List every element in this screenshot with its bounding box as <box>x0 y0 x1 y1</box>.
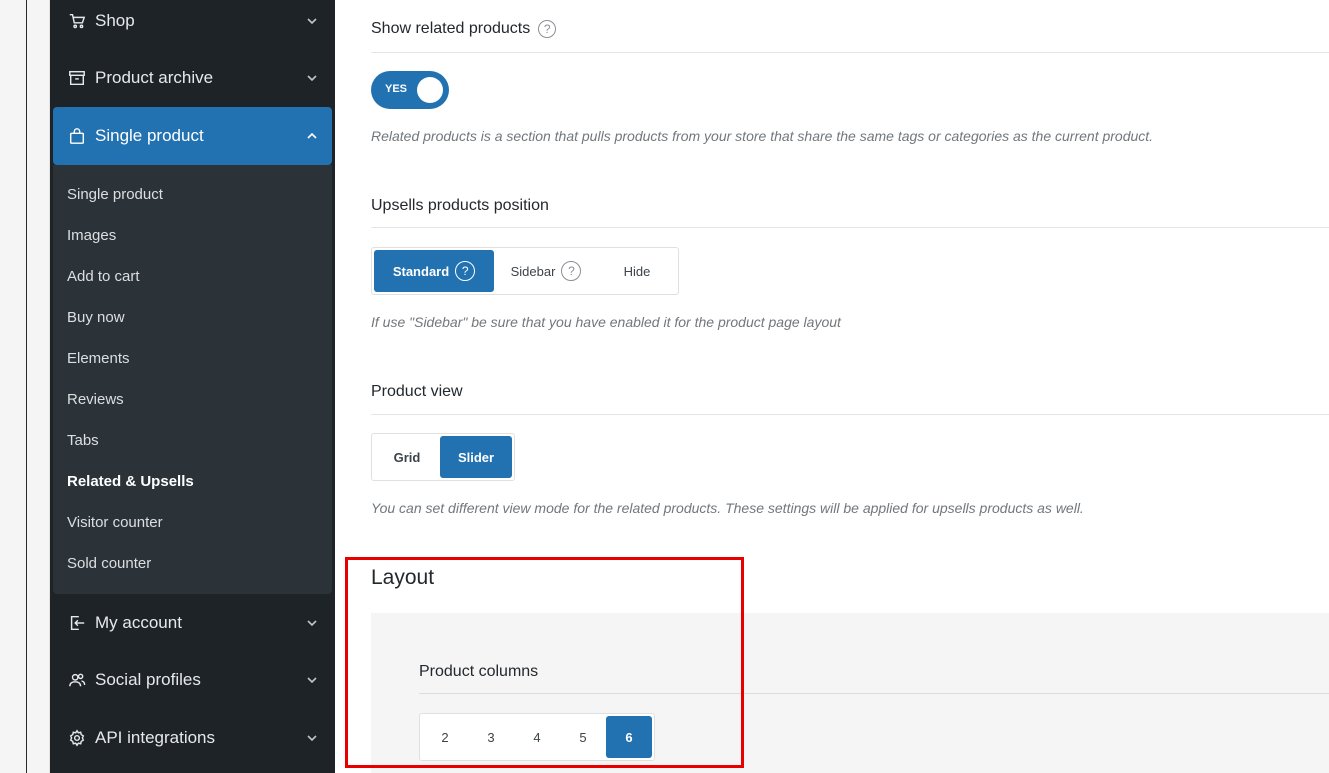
upsells-position-description: If use "Sidebar" be sure that you have e… <box>371 314 841 330</box>
columns-option-6[interactable]: 6 <box>606 716 652 758</box>
chevron-down-icon <box>306 617 318 629</box>
submenu-item-related-upsells[interactable]: Related & Upsells <box>67 473 194 490</box>
columns-option-2[interactable]: 2 <box>422 716 468 758</box>
sidebar-item-api-integrations[interactable]: API integrations <box>53 711 332 765</box>
submenu-item-add-to-cart[interactable]: Add to cart <box>67 268 140 285</box>
left-gutter <box>0 0 50 773</box>
gutter-line <box>26 0 27 773</box>
option-label: Standard <box>392 263 450 279</box>
submenu-item-reviews[interactable]: Reviews <box>67 391 124 408</box>
product-columns-title: Product columns <box>419 663 539 680</box>
help-icon[interactable]: ? <box>455 261 476 281</box>
option-label: Sidebar <box>510 263 556 279</box>
upsells-position-selector: Standard ? Sidebar ? Hide <box>371 247 679 295</box>
settings-main: Show related products ? YES Related prod… <box>335 0 1329 773</box>
cart-icon <box>67 11 87 31</box>
sidebar-item-social-profiles[interactable]: Social profiles <box>53 653 332 707</box>
chevron-down-icon <box>306 72 318 84</box>
sidebar-item-label: Product archive <box>95 68 214 87</box>
chevron-down-icon <box>306 674 318 686</box>
gear-icon <box>67 728 87 748</box>
chevron-down-icon <box>306 732 318 744</box>
product-view-selector: Grid Slider <box>371 433 515 481</box>
toggle-label: YES <box>385 83 408 95</box>
columns-option-3[interactable]: 3 <box>468 716 514 758</box>
submenu-item-sold-counter[interactable]: Sold counter <box>67 555 151 572</box>
related-products-description: Related products is a section that pulls… <box>371 128 1154 144</box>
layout-panel: Product columns 2 3 4 5 6 <box>371 613 1329 773</box>
bag-icon <box>67 126 87 146</box>
related-products-toggle[interactable]: YES <box>371 71 449 109</box>
submenu-item-visitor-counter[interactable]: Visitor counter <box>67 514 163 531</box>
upsells-position-title-text: Upsells products position <box>371 197 549 214</box>
related-products-title-text: Show related products <box>371 20 531 37</box>
related-products-title: Show related products ? <box>371 20 557 38</box>
submenu-item-tabs[interactable]: Tabs <box>67 432 99 449</box>
login-icon <box>67 613 87 633</box>
single-product-submenu: Single product Images Add to cart Buy no… <box>53 165 332 594</box>
columns-option-5[interactable]: 5 <box>560 716 606 758</box>
chevron-down-icon <box>306 15 318 27</box>
columns-option-4[interactable]: 4 <box>514 716 560 758</box>
product-view-description: You can set different view mode for the … <box>371 500 1084 516</box>
sidebar-item-label: Social profiles <box>95 670 201 689</box>
upsells-position-title: Upsells products position <box>371 197 549 215</box>
toggle-knob <box>417 77 443 103</box>
sidebar-item-product-archive[interactable]: Product archive <box>53 51 332 105</box>
submenu-item-elements[interactable]: Elements <box>67 350 130 367</box>
sidebar-item-single-product[interactable]: Single product <box>53 107 332 165</box>
divider <box>371 52 1329 53</box>
sidebar-item-shop[interactable]: Shop <box>53 0 332 48</box>
sidebar-item-label: My account <box>95 613 182 632</box>
submenu-item-buy-now[interactable]: Buy now <box>67 309 125 326</box>
upsells-option-standard[interactable]: Standard ? <box>374 250 494 292</box>
upsells-option-hide[interactable]: Hide <box>598 250 676 292</box>
product-view-title: Product view <box>371 383 463 401</box>
sidebar-item-label: API integrations <box>95 728 216 747</box>
upsells-option-sidebar[interactable]: Sidebar ? <box>494 250 598 292</box>
layout-section-title: Layout <box>371 566 435 589</box>
sidebar-item-label: Single product <box>95 126 204 145</box>
divider <box>419 693 1329 694</box>
product-view-title-text: Product view <box>371 383 463 400</box>
help-icon[interactable]: ? <box>561 261 582 281</box>
help-icon[interactable]: ? <box>538 20 557 38</box>
view-option-grid[interactable]: Grid <box>374 436 440 478</box>
view-option-slider[interactable]: Slider <box>440 436 512 478</box>
sidebar: Shop Product archive Single product Sing… <box>50 0 335 773</box>
users-icon <box>67 670 87 690</box>
submenu-item-single-product[interactable]: Single product <box>67 186 163 203</box>
sidebar-item-label: Shop <box>95 11 135 30</box>
chevron-up-icon <box>306 130 318 142</box>
product-columns-selector: 2 3 4 5 6 <box>419 713 655 761</box>
sidebar-item-my-account[interactable]: My account <box>53 596 332 650</box>
divider <box>371 227 1329 228</box>
divider <box>371 414 1329 415</box>
archive-icon <box>67 68 87 88</box>
submenu-item-images[interactable]: Images <box>67 227 116 244</box>
